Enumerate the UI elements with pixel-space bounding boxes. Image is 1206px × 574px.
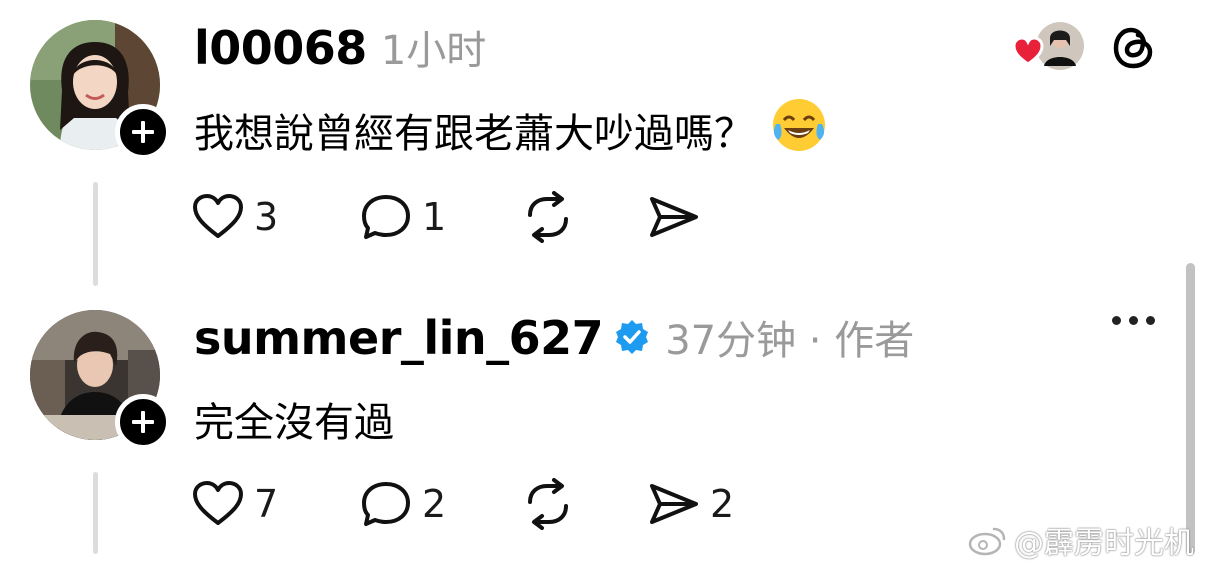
repost-button[interactable] — [522, 189, 574, 245]
post-text: 我想說曾經有跟老蕭大吵過嗎？ — [194, 111, 754, 157]
post-actions: 7 2 2 — [192, 476, 752, 532]
share-button[interactable] — [648, 189, 700, 245]
liked-by-indicator[interactable] — [1012, 20, 1086, 78]
username[interactable]: summer_lin_627 — [194, 311, 604, 365]
scrollbar[interactable] — [1186, 263, 1195, 555]
reply-button[interactable]: 1 — [360, 189, 446, 245]
threads-logo-icon[interactable] — [1111, 24, 1157, 76]
post-time: 1小时 — [380, 28, 487, 74]
paper-plane-icon — [650, 197, 698, 237]
share-button[interactable]: 2 — [648, 476, 734, 532]
reply-button[interactable]: 2 — [360, 476, 446, 532]
like-button[interactable]: 7 — [192, 476, 278, 532]
follow-plus-button[interactable] — [115, 104, 171, 160]
dot — [1112, 316, 1121, 325]
repost-arrows-icon — [528, 478, 568, 530]
plus-icon — [132, 121, 154, 143]
username[interactable]: l00068 — [194, 21, 367, 75]
like-count: 3 — [254, 195, 279, 239]
face-with-tears-of-joy-icon — [770, 96, 828, 164]
heart-outline-icon — [193, 481, 243, 525]
plus-icon — [132, 411, 154, 433]
post-1: l00068 1小时 我想說曾經有跟老蕭大吵過嗎？ 3 1 — [0, 0, 1206, 290]
post-time-author: 37分钟 · 作者 — [665, 318, 915, 364]
post-body: 我想說曾經有跟老蕭大吵過嗎？ — [194, 96, 828, 164]
thread-line — [93, 472, 98, 554]
speech-bubble-icon — [362, 195, 410, 239]
dot — [1146, 316, 1155, 325]
thread-line — [93, 182, 98, 286]
watermark-text: @霹雳时光机 — [1014, 526, 1194, 561]
like-count: 7 — [254, 482, 279, 526]
follow-plus-button[interactable] — [115, 394, 171, 450]
repost-arrows-icon — [528, 191, 568, 243]
heart-icon — [1012, 36, 1044, 66]
reply-count: 2 — [422, 482, 447, 526]
post-text: 完全沒有過 — [194, 400, 394, 446]
post-actions: 3 1 — [192, 189, 712, 245]
post-header: l00068 1小时 — [194, 18, 486, 76]
like-button[interactable]: 3 — [192, 189, 278, 245]
paper-plane-icon — [650, 484, 698, 524]
reply-count: 1 — [422, 195, 447, 239]
verified-badge-icon — [613, 318, 651, 356]
heart-outline-icon — [193, 194, 243, 238]
more-options-button[interactable] — [1112, 316, 1155, 325]
post-header: summer_lin_627 37分钟 · 作者 — [194, 308, 914, 366]
post-body: 完全沒有過 — [194, 390, 394, 448]
share-count: 2 — [710, 482, 735, 526]
watermark: @霹雳时光机 — [968, 518, 1194, 562]
repost-button[interactable] — [522, 476, 574, 532]
speech-bubble-icon — [362, 482, 410, 526]
weibo-logo-icon — [968, 527, 1006, 556]
dot — [1129, 316, 1138, 325]
